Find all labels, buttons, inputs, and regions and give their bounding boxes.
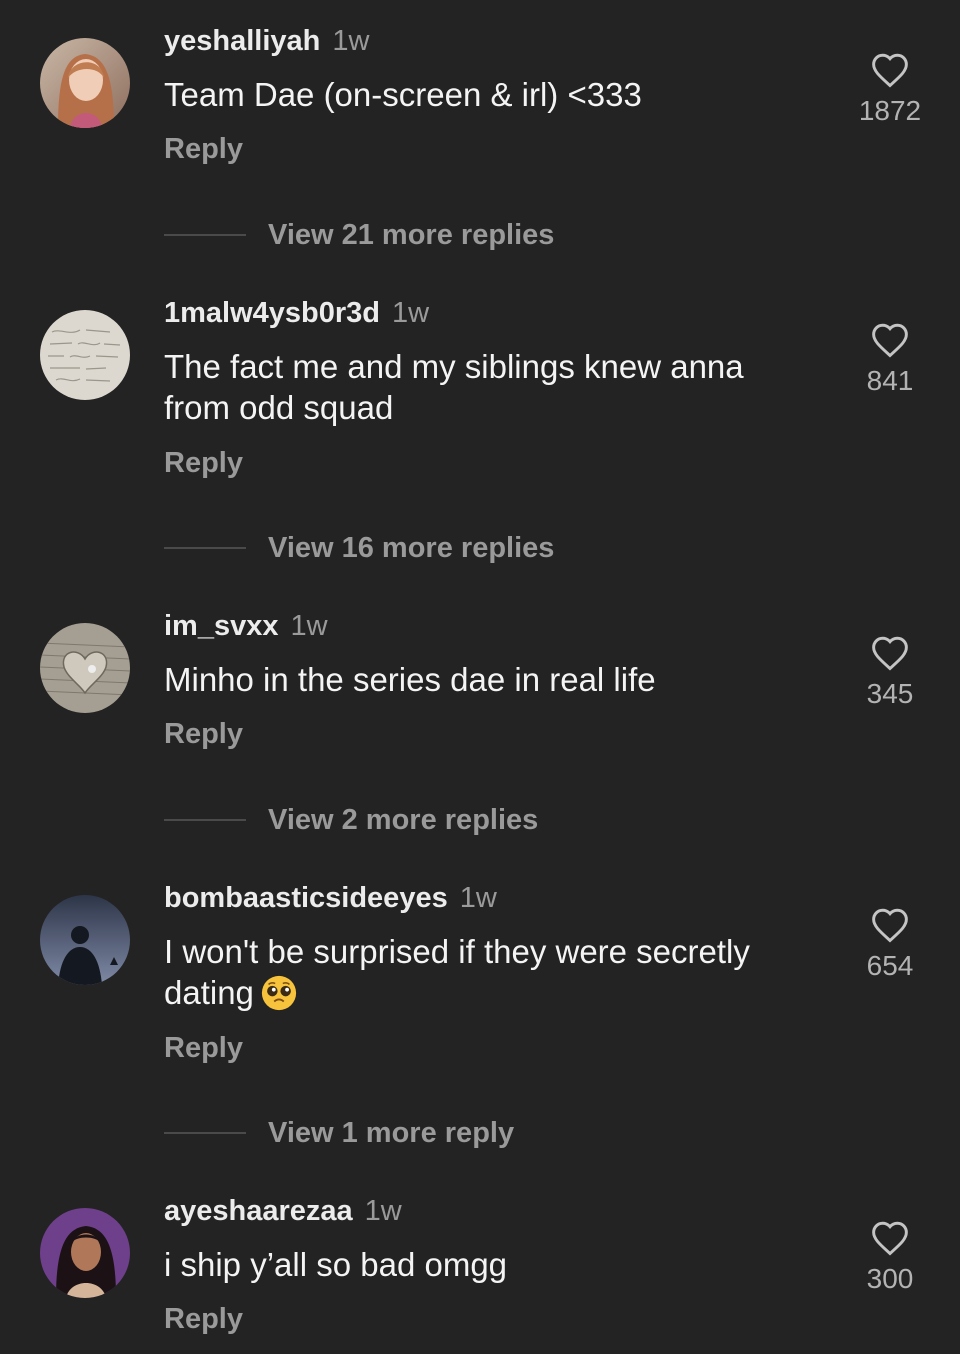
username[interactable]: im_svxx <box>164 610 279 642</box>
comment-text: The fact me and my siblings knew anna fr… <box>164 348 744 426</box>
view-more-label: View 2 more replies <box>268 804 539 836</box>
like-button[interactable]: 841 <box>840 322 940 398</box>
comment-text-content: I won't be surprised if they were secret… <box>164 933 750 1011</box>
reply-button[interactable]: Reply <box>164 446 243 480</box>
like-button[interactable]: 300 <box>840 1220 940 1296</box>
like-count: 841 <box>866 365 914 396</box>
view-more-replies-button[interactable]: View 1 more reply <box>164 1116 514 1150</box>
woman-portrait-purple-avatar <box>40 1208 130 1298</box>
avatar[interactable] <box>40 310 130 400</box>
reply-button[interactable]: Reply <box>164 717 243 751</box>
avatar[interactable] <box>40 895 130 985</box>
view-more-replies-button[interactable]: View 2 more replies <box>164 803 538 837</box>
like-button[interactable]: 1872 <box>840 52 940 128</box>
heart-icon <box>872 1221 908 1256</box>
avatar[interactable] <box>40 1208 130 1298</box>
comment-meta: bombaasticsideeyes 1w <box>164 881 497 915</box>
view-more-label: View 1 more reply <box>268 1117 515 1149</box>
comment-meta: im_svxx 1w <box>164 609 328 643</box>
reply-button[interactable]: Reply <box>164 1031 243 1065</box>
comment-time: 1w <box>392 297 430 329</box>
handwritten-notes-avatar <box>40 310 130 400</box>
heart-icon <box>872 908 908 943</box>
comment-meta: ayeshaarezaa 1w <box>164 1194 402 1228</box>
divider-line <box>164 819 246 821</box>
view-more-label: View 16 more replies <box>268 532 555 564</box>
view-more-replies-button[interactable]: View 16 more replies <box>164 531 554 565</box>
comment-text: Team Dae (on-screen & irl) <333 <box>164 76 642 113</box>
reply-button[interactable]: Reply <box>164 132 243 166</box>
comment-meta: 1malw4ysb0r3d 1w <box>164 296 429 330</box>
reply-button[interactable]: Reply <box>164 1302 243 1336</box>
heart-icon <box>872 636 908 671</box>
like-count: 300 <box>866 1263 914 1294</box>
username[interactable]: ayeshaarezaa <box>164 1195 353 1227</box>
divider-line <box>164 1132 246 1134</box>
avatar[interactable] <box>40 623 130 713</box>
comment-time: 1w <box>459 882 497 914</box>
comment-time: 1w <box>290 610 328 642</box>
divider-line <box>164 234 246 236</box>
woman-portrait-avatar <box>40 38 130 128</box>
book-heart-avatar <box>40 623 130 713</box>
username[interactable]: bombaasticsideeyes <box>164 882 448 914</box>
view-more-replies-button[interactable]: View 21 more replies <box>164 218 554 252</box>
heart-icon <box>872 53 908 88</box>
avatar[interactable] <box>40 38 130 128</box>
comment-meta: yeshalliyah 1w <box>164 24 369 58</box>
comment-text: i ship y’all so bad omgg <box>164 1246 508 1283</box>
comment-text: I won't be surprised if they were secret… <box>164 931 804 1013</box>
like-button[interactable]: 654 <box>840 907 940 983</box>
like-button[interactable]: 345 <box>840 635 940 711</box>
comment-time: 1w <box>332 25 370 57</box>
comment-text: Minho in the series dae in real life <box>164 661 656 698</box>
view-more-label: View 21 more replies <box>268 219 555 251</box>
username[interactable]: 1malw4ysb0r3d <box>164 297 380 329</box>
like-count: 345 <box>866 678 914 709</box>
like-count: 654 <box>866 950 914 981</box>
divider-line <box>164 547 246 549</box>
silhouette-avatar <box>40 895 130 985</box>
username[interactable]: yeshalliyah <box>164 25 320 57</box>
comment-time: 1w <box>364 1195 402 1227</box>
heart-icon <box>872 323 908 358</box>
pleading-face-emoji <box>261 975 297 1011</box>
like-count: 1872 <box>858 95 922 126</box>
